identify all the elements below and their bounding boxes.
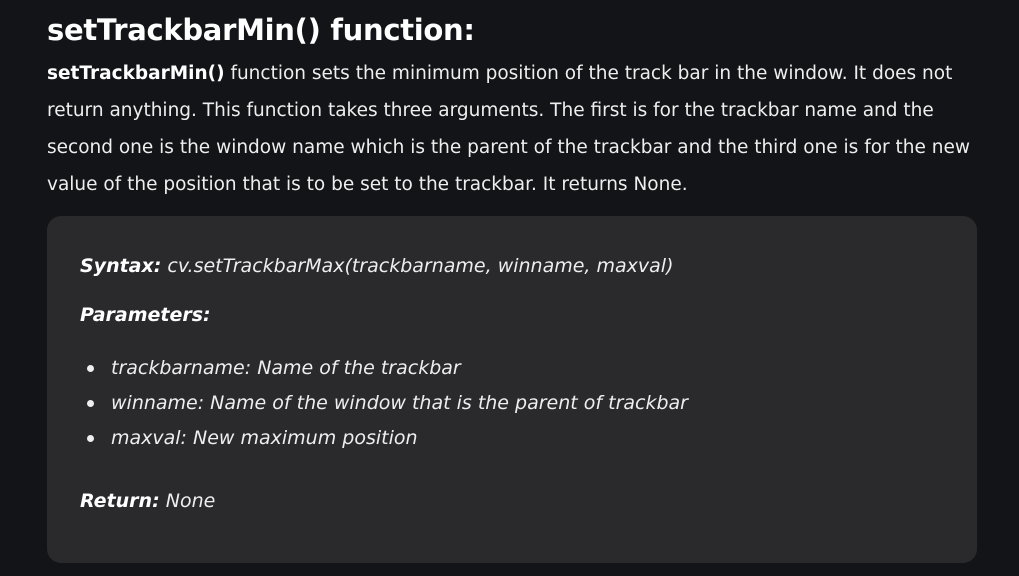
return-line: Return: None [80, 488, 215, 514]
list-item: trackbarname: Name of the trackbar [80, 351, 688, 386]
syntax-line: Syntax: cv.setTrackbarMax(trackbarname, … [80, 253, 674, 279]
parameter-text: trackbarname: Name of the trackbar [111, 357, 461, 379]
bullet-icon [87, 400, 94, 407]
parameter-text: winname: Name of the window that is the … [111, 392, 688, 414]
bullet-icon [87, 365, 94, 372]
parameter-text: maxval: New maximum position [111, 427, 418, 449]
bullet-icon [87, 435, 94, 442]
syntax-label: Syntax: [80, 255, 162, 277]
list-item: winname: Name of the window that is the … [80, 386, 688, 421]
parameters-line: Parameters: [80, 302, 211, 328]
return-label: Return: [80, 490, 160, 512]
function-name: setTrackbarMin() [47, 63, 225, 84]
return-value: None [159, 490, 216, 512]
section-heading: setTrackbarMin() function: [47, 13, 475, 47]
list-item: maxval: New maximum position [80, 421, 688, 456]
description-paragraph: setTrackbarMin() function sets the minim… [47, 55, 977, 203]
parameter-list: trackbarname: Name of the trackbar winna… [80, 351, 688, 456]
syntax-value: cv.setTrackbarMax(trackbarname, winname,… [161, 255, 674, 277]
syntax-box: Syntax: cv.setTrackbarMax(trackbarname, … [47, 216, 977, 563]
parameters-label: Parameters: [80, 304, 211, 326]
